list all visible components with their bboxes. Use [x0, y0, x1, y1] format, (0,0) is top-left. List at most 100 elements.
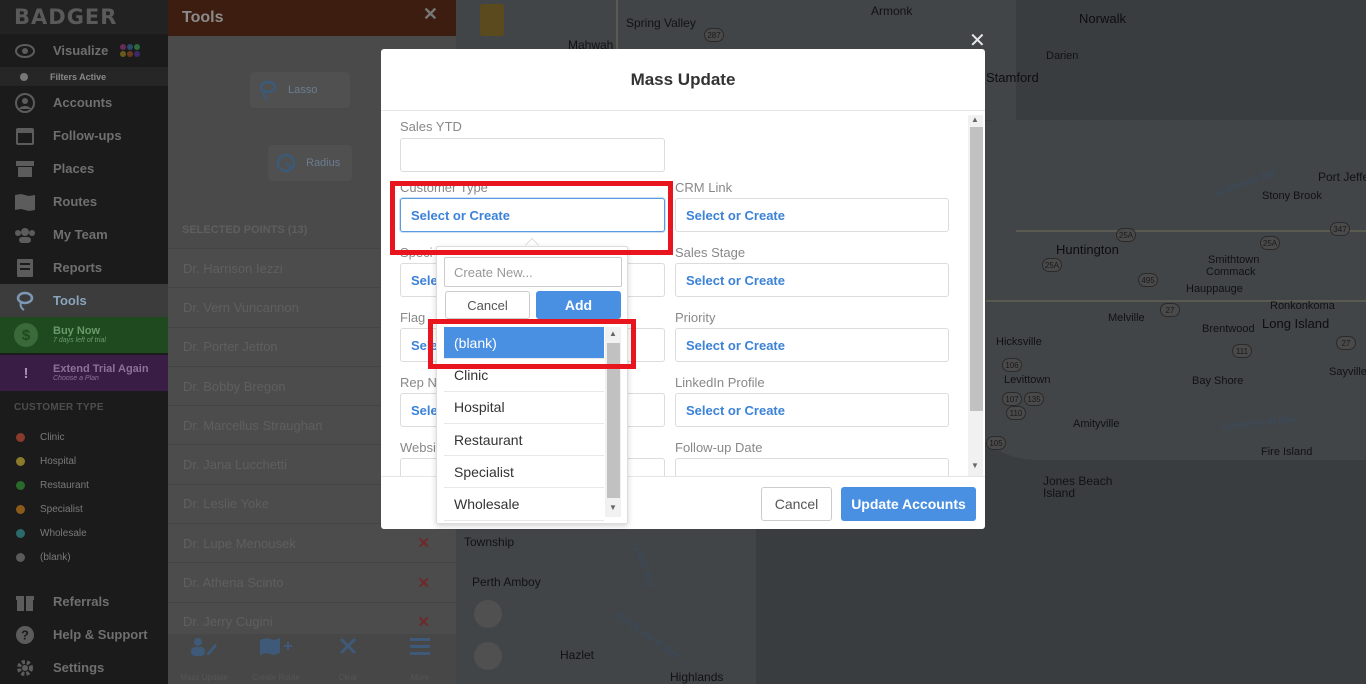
nav-follow-ups[interactable]: Follow-ups — [0, 119, 168, 152]
selected-point-row[interactable]: Dr. Athena Scinto ✕ — [168, 562, 456, 602]
clear-button[interactable]: Clear — [312, 634, 384, 684]
extend-trial-subtitle: Choose a Plan — [53, 375, 99, 382]
filters-active-indicator[interactable]: Filters Active — [0, 67, 168, 86]
nav-label: Places — [53, 161, 95, 176]
lasso-button[interactable]: Lasso — [250, 72, 350, 108]
dropdown-option[interactable]: Restaurant — [444, 424, 604, 457]
map-control-button[interactable] — [474, 600, 502, 628]
gear-small-icon — [20, 72, 28, 81]
nav-visualize[interactable]: Visualize — [0, 34, 168, 67]
extend-trial-button[interactable]: ! Extend Trial Again Choose a Plan — [0, 355, 168, 391]
sidebar: BADGER Visualize Filters Active Accounts… — [0, 0, 168, 684]
nav-help-support[interactable]: ? Help & Support — [0, 618, 168, 651]
update-accounts-button[interactable]: Update Accounts — [841, 487, 976, 521]
cancel-button[interactable]: Cancel — [761, 487, 832, 521]
nav-reports[interactable]: Reports — [0, 251, 168, 284]
map-control-button[interactable] — [474, 642, 502, 670]
legend-label: Restaurant — [40, 479, 89, 491]
nav-accounts[interactable]: Accounts — [0, 86, 168, 119]
legend-item[interactable]: (blank) — [0, 545, 168, 569]
scroll-down-icon[interactable]: ▼ — [971, 461, 979, 470]
selected-point-name: Dr. Marcellus Straughan — [183, 417, 323, 433]
close-icon[interactable]: ✕ — [423, 4, 438, 25]
linkedin-select[interactable]: Select or Create — [675, 393, 949, 427]
map-label: Stamford — [986, 70, 1039, 85]
highway-shield-icon: 27 — [1160, 303, 1180, 317]
dropdown-add-button[interactable]: Add — [536, 291, 621, 319]
report-icon — [14, 258, 36, 278]
legend-dot-icon — [16, 480, 25, 490]
badger-logo: BADGER — [0, 0, 168, 34]
legend-item[interactable]: Wholesale — [0, 521, 168, 545]
remove-point-icon[interactable]: ✕ — [417, 574, 430, 592]
highway-shield-icon: 105 — [986, 436, 1006, 450]
dropdown-option[interactable]: Hospital — [444, 392, 604, 424]
sales-ytd-input[interactable] — [400, 138, 665, 172]
sales-stage-select[interactable]: Select or Create — [675, 263, 949, 297]
legend-dot-icon — [16, 552, 25, 562]
legend-label: (blank) — [40, 551, 71, 563]
nav-label: My Team — [53, 227, 108, 242]
selected-points-heading: SELECTED POINTS (13) — [182, 224, 308, 236]
remove-point-icon[interactable]: ✕ — [417, 534, 430, 552]
priority-select[interactable]: Select or Create — [675, 328, 949, 362]
exclamation-icon: ! — [23, 364, 29, 382]
create-new-input[interactable]: Create New... — [444, 257, 622, 287]
more-label: More — [410, 672, 430, 682]
dropdown-option[interactable]: Specialist — [444, 456, 604, 489]
modal-scrollbar-thumb[interactable] — [970, 127, 983, 411]
nav-label: Reports — [53, 260, 103, 275]
selected-point-name: Dr. Harrison Iezzi — [183, 260, 283, 276]
selected-point-name: Dr. Vern Vuncannon — [183, 299, 299, 315]
mass-update-icon — [189, 637, 219, 663]
nav-tools[interactable]: Tools — [0, 284, 168, 317]
menu-icon — [410, 637, 430, 663]
radius-button[interactable]: Radius — [268, 145, 352, 181]
legend-item[interactable]: Hospital — [0, 449, 168, 473]
nav-routes[interactable]: Routes — [0, 185, 168, 218]
nav-label: Tools — [53, 293, 87, 308]
scroll-down-icon[interactable]: ▼ — [609, 503, 617, 512]
highway-shield-icon: 106 — [1002, 358, 1022, 372]
nav-referrals[interactable]: Referrals — [0, 585, 168, 618]
dropdown-option[interactable]: Wholesale — [444, 488, 604, 521]
legend-item[interactable]: Clinic — [0, 425, 168, 449]
remove-point-icon[interactable]: ✕ — [417, 613, 430, 631]
nav-places[interactable]: Places — [0, 152, 168, 185]
buy-now-title: Buy Now — [53, 325, 101, 337]
selected-point-name: Dr. Lupe Menousek — [183, 535, 296, 551]
dropdown-cancel-button[interactable]: Cancel — [445, 291, 530, 319]
more-button[interactable]: More — [384, 634, 456, 684]
mass-update-button[interactable]: Mass Update — [168, 634, 240, 684]
sales-stage-label: Sales Stage — [675, 245, 746, 260]
clear-icon — [339, 637, 357, 663]
help-icon: ? — [14, 625, 36, 645]
legend-label: Hospital — [40, 455, 77, 467]
create-route-button[interactable]: Create Route — [240, 634, 312, 684]
followup-date-label: Follow-up Date — [675, 440, 763, 455]
store-icon — [14, 159, 36, 179]
legend-item[interactable]: Specialist — [0, 497, 168, 521]
street-view-pegman-icon[interactable] — [480, 4, 504, 36]
nav-my-team[interactable]: My Team — [0, 218, 168, 251]
legend-item[interactable]: Restaurant — [0, 473, 168, 497]
highway-shield-icon: 135 — [1024, 392, 1044, 406]
highway-shield-icon: 287 — [704, 28, 724, 42]
highway-shield-icon: 111 — [1232, 344, 1252, 358]
nav-label: Follow-ups — [53, 128, 122, 143]
legend-dot-icon — [16, 456, 25, 466]
nav-settings[interactable]: Settings — [0, 651, 168, 684]
buy-now-button[interactable]: $ Buy Now 7 days left of trial — [0, 317, 168, 353]
followup-date-input[interactable] — [675, 458, 949, 476]
crm-link-select[interactable]: Select or Create — [675, 198, 949, 232]
svg-text:?: ? — [21, 627, 29, 642]
person-icon — [14, 92, 36, 113]
tools-title: Tools — [182, 9, 224, 26]
map-label: Township — [464, 535, 515, 549]
gift-icon — [14, 592, 36, 612]
map-label: Smithtown — [1208, 254, 1260, 266]
highway-shield-icon: 347 — [1330, 222, 1350, 236]
map-label: Levittown — [1004, 374, 1051, 386]
scroll-up-icon[interactable]: ▲ — [971, 115, 979, 124]
highway-shield-icon: 107 — [1002, 392, 1022, 406]
